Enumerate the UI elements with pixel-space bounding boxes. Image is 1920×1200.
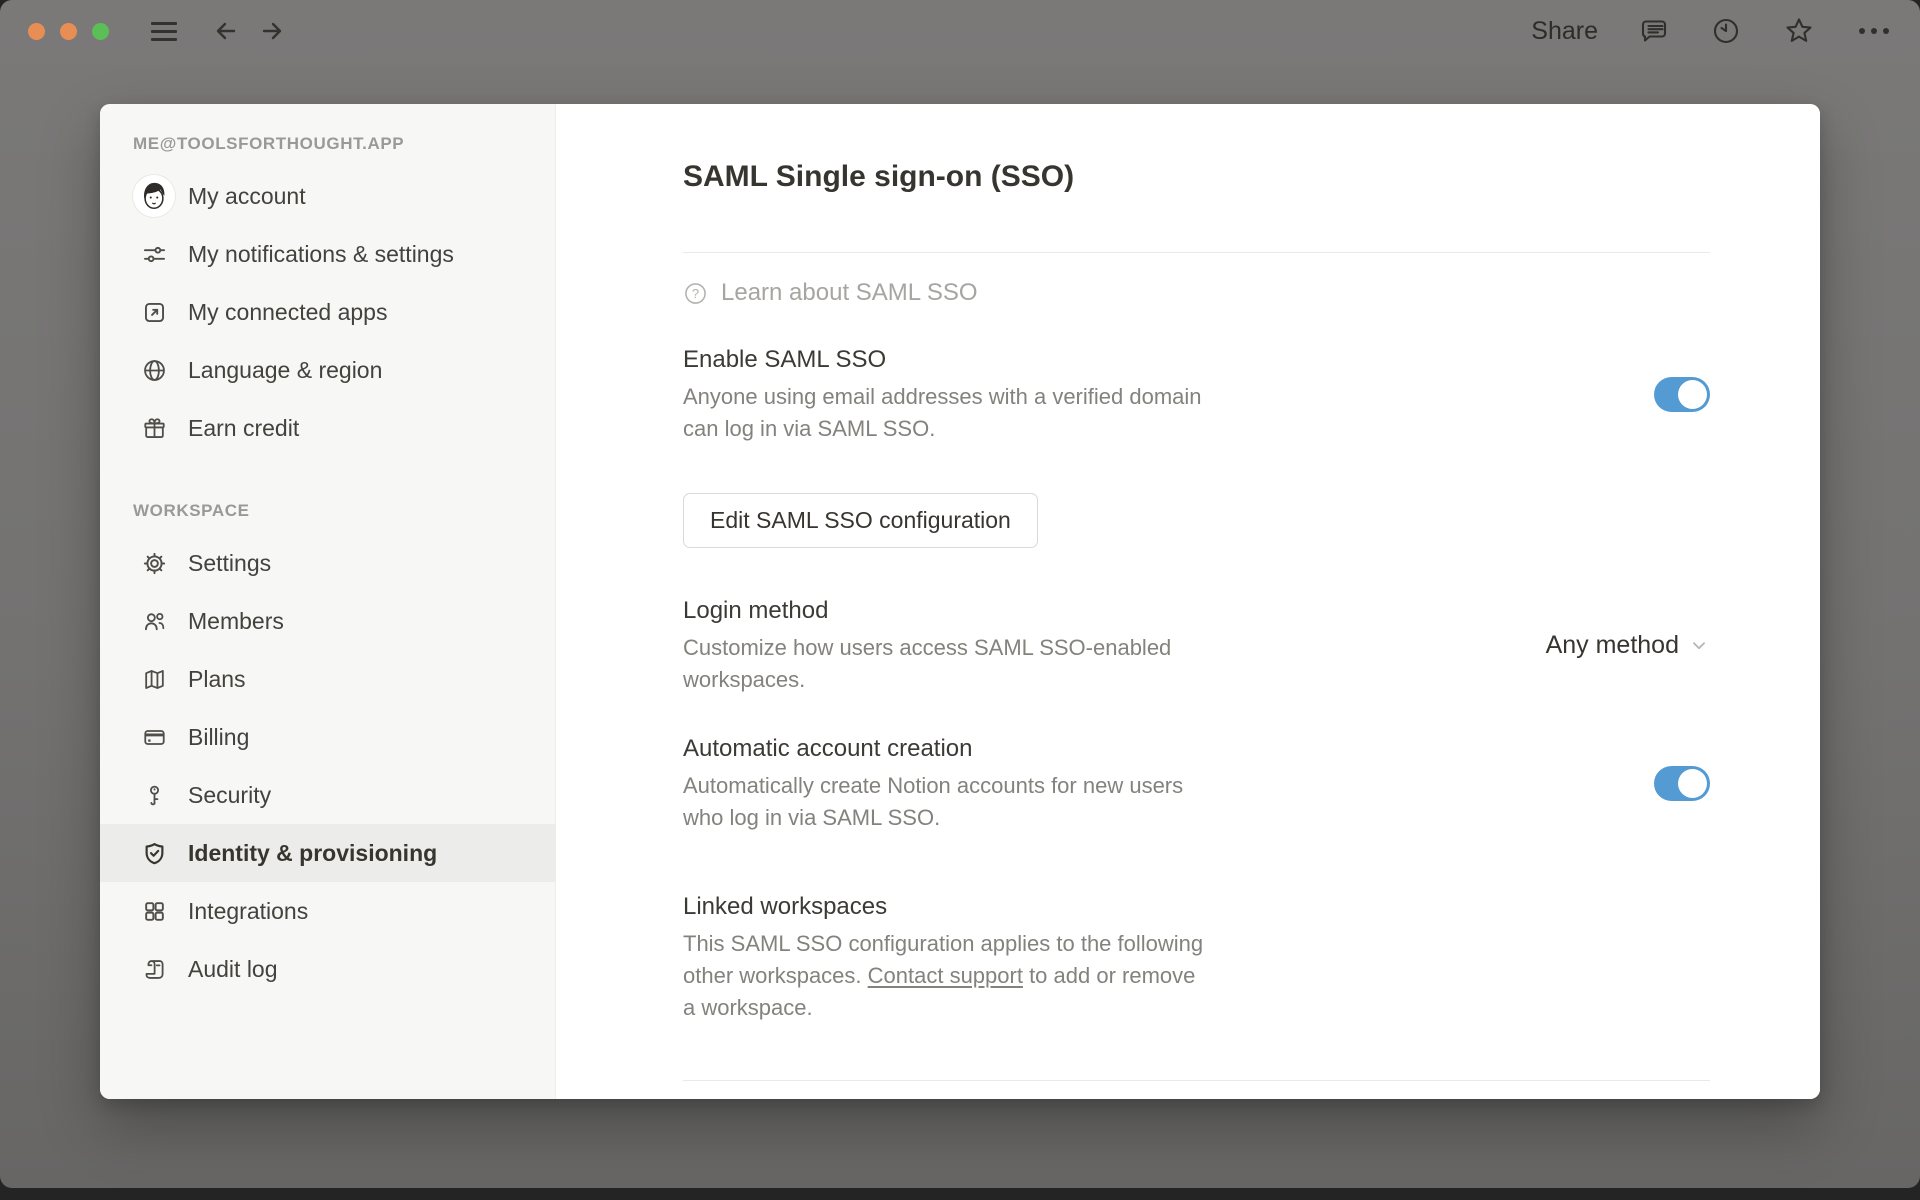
enable-saml-title: Enable SAML SSO	[683, 346, 887, 373]
close-button[interactable]	[28, 22, 45, 40]
sidebar-item-language-region[interactable]: Language & region	[100, 341, 555, 399]
people-icon	[140, 607, 168, 635]
linked-workspaces-line3: a workspace.	[683, 995, 813, 1020]
learn-about-saml-link[interactable]: ? Learn about SAML SSO	[683, 279, 1710, 307]
external-link-box-icon	[140, 298, 168, 326]
edit-saml-configuration-button[interactable]: Edit SAML SSO configuration	[683, 493, 1038, 548]
comments-icon[interactable]	[1638, 15, 1670, 47]
sidebar-item-label: Identity & provisioning	[188, 839, 438, 866]
login-method-selected-value: Any method	[1545, 630, 1679, 659]
sidebar-item-members[interactable]: Members	[100, 592, 555, 650]
enable-saml-description-line1: Anyone using email addresses with a veri…	[683, 384, 1202, 409]
gift-icon	[140, 414, 168, 442]
scroll-icon	[140, 955, 168, 983]
sidebar-item-label: My notifications & settings	[188, 240, 454, 267]
sidebar-item-plans[interactable]: Plans	[100, 650, 555, 708]
sidebar-item-label: Plans	[188, 665, 246, 692]
sidebar-item-my-account[interactable]: My account	[100, 167, 555, 225]
sidebar-item-identity-provisioning[interactable]: Identity & provisioning	[100, 824, 555, 882]
avatar	[133, 175, 175, 217]
enable-saml-setting: Enable SAML SSO Anyone using email addre…	[683, 343, 1710, 445]
contact-support-link[interactable]: Contact support	[868, 963, 1023, 988]
linked-workspaces-section: Linked workspaces This SAML SSO configur…	[683, 890, 1710, 1024]
enable-saml-toggle[interactable]	[1654, 376, 1710, 412]
back-button[interactable]	[211, 16, 241, 46]
sidebar-item-label: My account	[188, 182, 306, 209]
settings-dialog: ME@TOOLSFORTHOUGHT.APP My account My not…	[100, 104, 1820, 1099]
more-options-icon[interactable]	[1856, 25, 1892, 37]
account-section-header: ME@TOOLSFORTHOUGHT.APP	[133, 134, 405, 153]
forward-button[interactable]	[257, 16, 287, 46]
login-method-setting: Login method Customize how users access …	[683, 594, 1710, 696]
traffic-lights	[28, 22, 109, 40]
zoom-button[interactable]	[92, 22, 109, 40]
sidebar-item-connected-apps[interactable]: My connected apps	[100, 283, 555, 341]
sidebar-item-label: Integrations	[188, 897, 309, 924]
gear-icon	[140, 549, 168, 577]
sidebar-item-label: Earn credit	[188, 414, 300, 441]
sliders-icon	[140, 240, 168, 268]
title-divider	[683, 252, 1710, 253]
auto-account-description-line1: Automatically create Notion accounts for…	[683, 773, 1184, 798]
sidebar-item-label: Settings	[188, 549, 272, 576]
sidebar-item-earn-credit[interactable]: Earn credit	[100, 399, 555, 457]
titlebar: Share	[0, 0, 1920, 62]
login-method-dropdown[interactable]: Any method	[1546, 631, 1710, 660]
shield-check-icon	[140, 839, 168, 867]
login-method-description-line1: Customize how users access SAML SSO-enab…	[683, 635, 1172, 660]
sidebar-item-billing[interactable]: Billing	[100, 708, 555, 766]
sidebar-item-label: Members	[188, 607, 284, 634]
login-method-title: Login method	[683, 597, 829, 624]
sidebar-item-label: Billing	[188, 723, 250, 750]
sidebar-item-settings[interactable]: Settings	[100, 534, 555, 592]
sidebar-item-label: Audit log	[188, 955, 278, 982]
grid-icon	[140, 897, 168, 925]
chevron-down-icon	[1688, 634, 1710, 656]
map-icon	[140, 665, 168, 693]
help-question-icon: ?	[683, 281, 708, 306]
bottom-divider	[683, 1080, 1710, 1081]
sidebar-item-audit-log[interactable]: Audit log	[100, 940, 555, 998]
svg-text:?: ?	[692, 285, 699, 300]
favorite-star-icon[interactable]	[1782, 14, 1816, 48]
key-icon	[140, 781, 168, 809]
share-button[interactable]: Share	[1531, 17, 1598, 46]
globe-icon	[140, 356, 168, 384]
linked-workspaces-line2-after: to add or remove	[1022, 963, 1196, 988]
linked-workspaces-line1: This SAML SSO configuration applies to t…	[683, 931, 1204, 956]
sidebar-item-label: My connected apps	[188, 298, 388, 325]
app-window: Share ME@TOOLSFORTHOUGHT.APP My account …	[0, 0, 1920, 1188]
auto-account-description-line2: who log in via SAML SSO.	[683, 805, 941, 830]
settings-sidebar: ME@TOOLSFORTHOUGHT.APP My account My not…	[100, 104, 556, 1099]
sidebar-item-security[interactable]: Security	[100, 766, 555, 824]
enable-saml-description-line2: can log in via SAML SSO.	[683, 416, 936, 441]
credit-card-icon	[140, 723, 168, 751]
auto-account-toggle[interactable]	[1654, 765, 1710, 801]
saml-settings-panel: SAML Single sign-on (SSO) ? Learn about …	[556, 104, 1820, 1099]
login-method-description-line2: workspaces.	[683, 667, 806, 692]
sidebar-item-label: Security	[188, 781, 272, 808]
workspace-section-header: WORKSPACE	[133, 501, 250, 520]
minimize-button[interactable]	[60, 22, 77, 40]
linked-workspaces-line2-before: other workspaces.	[683, 963, 868, 988]
hamburger-menu-icon[interactable]	[151, 21, 177, 41]
page-title: SAML Single sign-on (SSO)	[683, 160, 1075, 193]
sidebar-item-integrations[interactable]: Integrations	[100, 882, 555, 940]
history-clock-icon[interactable]	[1710, 15, 1742, 47]
linked-workspaces-title: Linked workspaces	[683, 893, 888, 920]
learn-link-label: Learn about SAML SSO	[721, 279, 978, 306]
sidebar-item-label: Language & region	[188, 356, 383, 383]
auto-account-title: Automatic account creation	[683, 735, 973, 762]
automatic-account-creation-setting: Automatic account creation Automatically…	[683, 732, 1710, 834]
sidebar-item-notifications-settings[interactable]: My notifications & settings	[100, 225, 555, 283]
